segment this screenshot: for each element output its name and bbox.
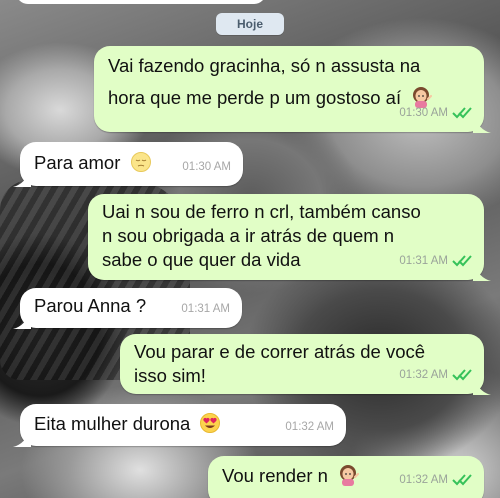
message-line: hora que me perde p um gostoso aí — [108, 87, 402, 108]
message-time: 01:31 AM — [181, 303, 230, 315]
heart-eyes-emoji — [200, 413, 221, 433]
message-line: isso sim! — [134, 365, 206, 386]
message-bubble-outgoing[interactable]: Uai n sou de ferro n crl, também canso n… — [88, 194, 491, 281]
message-text: Para amor — [34, 149, 152, 177]
message-line: sabe o que quer da vida — [102, 249, 301, 270]
message-meta: 01:32 AM — [399, 361, 472, 389]
date-separator: Hoje — [216, 13, 284, 35]
message-line: Vai fazendo gracinha, só n assusta na — [108, 55, 421, 76]
message-bubble-outgoing[interactable]: Vou parar e de correr atrás de você isso… — [120, 334, 491, 395]
message-line: Vou render n — [222, 465, 328, 486]
message-meta: 01:32 AM — [399, 466, 472, 494]
information-desk-person-emoji — [340, 465, 360, 486]
message-time: 01:30 AM — [399, 107, 448, 119]
message-time: 01:32 AM — [285, 421, 334, 433]
message-meta: 01:30 AM — [182, 153, 231, 181]
bubble-tail — [473, 377, 491, 395]
message-bubble-incoming[interactable]: Parou Anna ? 01:31 AM — [13, 288, 242, 329]
message-text: isso sim! — [134, 362, 206, 390]
message-line: n sou obrigada a ir atrás de quem n — [102, 225, 395, 246]
message-text: Vou render n — [222, 462, 360, 490]
message-time: 01:31 AM — [399, 255, 448, 267]
message-line: Parou Anna ? — [34, 295, 147, 316]
message-meta: 01:30 AM — [399, 99, 472, 127]
message-text: sabe o que quer da vida — [102, 246, 301, 274]
double-check-icon — [452, 255, 472, 267]
double-check-icon — [452, 369, 472, 381]
double-check-icon — [452, 107, 472, 119]
message-line: Eita mulher durona — [34, 413, 191, 434]
bubble-tail — [473, 115, 491, 133]
message-time: 01:30 AM — [182, 161, 231, 173]
message-text: hora que me perde p um gostoso aí — [108, 84, 433, 112]
message-time: 01:32 AM — [399, 474, 448, 486]
message-line: Para amor — [34, 152, 121, 173]
message-meta: 01:31 AM — [181, 295, 230, 323]
bubble-tail — [13, 311, 31, 329]
message-bubble-incoming[interactable]: Eita mulher durona 01:32 AM — [13, 404, 346, 447]
double-check-icon — [452, 474, 472, 486]
message-meta: 01:32 AM — [285, 413, 334, 441]
previous-message-bubble[interactable] — [16, 0, 266, 4]
message-meta: 01:31 AM — [399, 247, 472, 275]
message-bubble-outgoing[interactable]: Vai fazendo gracinha, só n assusta na ho… — [94, 46, 491, 133]
bubble-tail — [13, 169, 31, 187]
message-line: Vou parar e de correr atrás de você — [134, 341, 426, 362]
sleepy-face-emoji — [130, 152, 151, 172]
bubble-tail — [13, 429, 31, 447]
message-bubble-incoming[interactable]: Para amor 01:30 AM — [13, 142, 243, 187]
bubble-tail — [473, 263, 491, 281]
message-line: Uai n sou de ferro n crl, também canso — [102, 201, 421, 222]
message-text: Parou Anna ? — [34, 292, 146, 320]
message-text: Vai fazendo gracinha, só n assusta na — [108, 52, 420, 80]
message-bubble-outgoing[interactable]: Vou render n 01:32 AM — [208, 456, 484, 498]
message-time: 01:32 AM — [399, 369, 448, 381]
message-text: Eita mulher durona — [34, 410, 221, 438]
